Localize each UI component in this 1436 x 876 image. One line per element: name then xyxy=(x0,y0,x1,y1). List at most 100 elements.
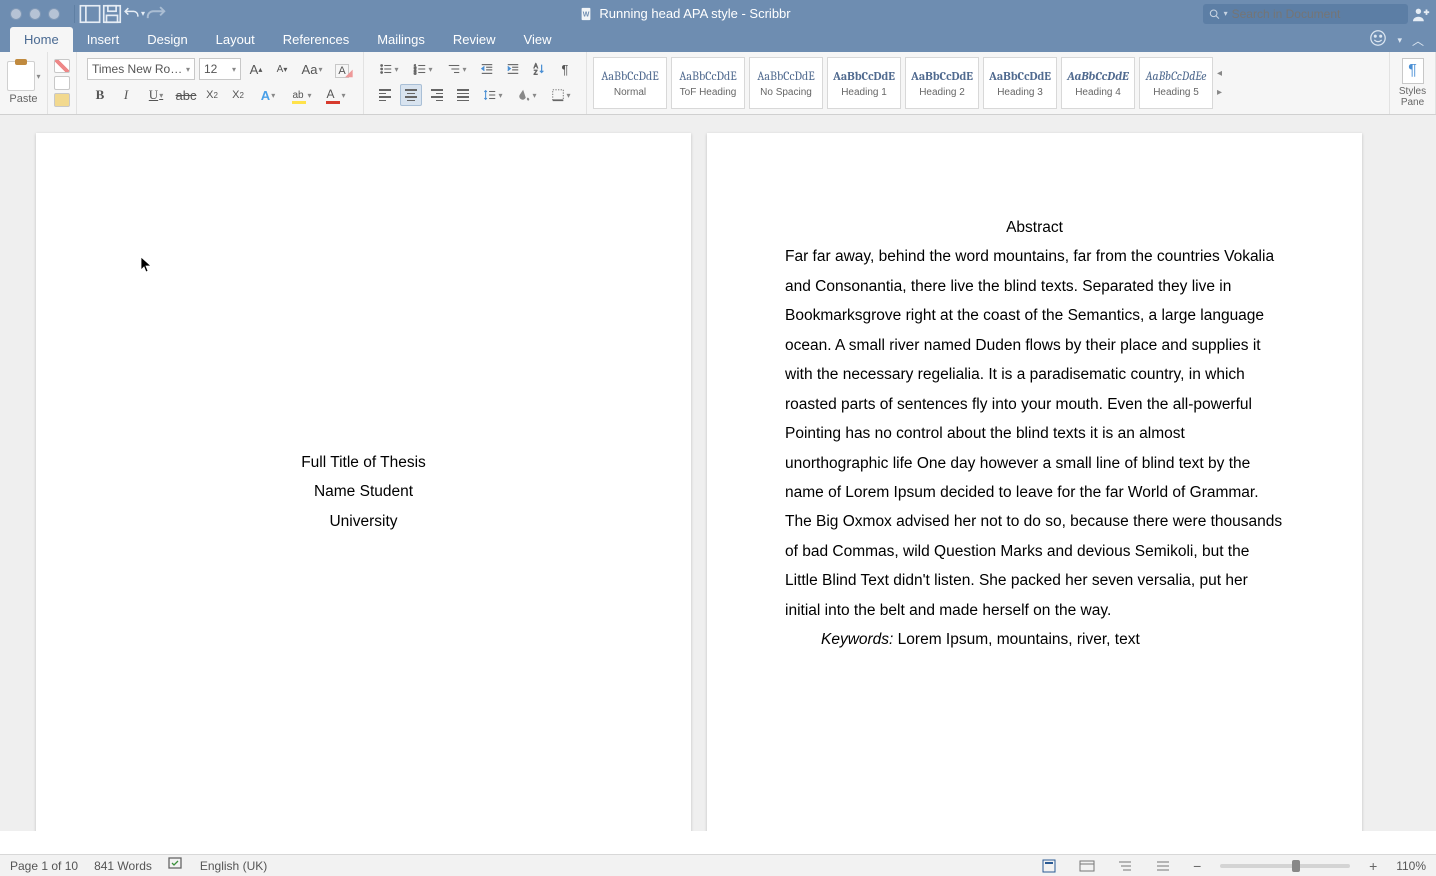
superscript-button[interactable]: X2 xyxy=(227,84,249,106)
show-marks-button[interactable]: ¶ xyxy=(554,58,576,80)
change-case-button[interactable]: Aa▾ xyxy=(297,58,327,80)
save-icon[interactable] xyxy=(101,3,123,25)
paste-label: Paste xyxy=(9,93,37,105)
align-justify-button[interactable] xyxy=(452,84,474,106)
ribbon-tabs: Home Insert Design Layout References Mai… xyxy=(0,27,1436,52)
align-left-button[interactable] xyxy=(374,84,396,106)
paste-button[interactable] xyxy=(7,61,35,91)
shrink-font-button[interactable]: A▾ xyxy=(271,58,293,80)
share-icon[interactable] xyxy=(1408,6,1436,22)
style-preview: AaBbCcDdE xyxy=(1067,69,1129,83)
zoom-slider[interactable] xyxy=(1220,864,1350,868)
tab-design[interactable]: Design xyxy=(133,27,201,52)
style-normal[interactable]: AaBbCcDdENormal xyxy=(593,57,667,109)
styles-pane-group: ¶ Styles Pane xyxy=(1390,52,1436,114)
format-painter-icon[interactable] xyxy=(54,93,70,107)
tab-home[interactable]: Home xyxy=(10,27,73,52)
decrease-indent-button[interactable] xyxy=(476,58,498,80)
style-heading-2[interactable]: AaBbCcDdE Heading 2 xyxy=(905,57,979,109)
style-preview: AaBbCcDdE xyxy=(911,69,973,83)
style-name: Heading 5 xyxy=(1153,87,1199,98)
print-layout-view-icon[interactable] xyxy=(1038,858,1060,874)
spellcheck-icon[interactable] xyxy=(168,857,184,874)
status-words[interactable]: 841 Words xyxy=(94,859,152,873)
multilevel-list-button[interactable]: ▾ xyxy=(442,58,472,80)
styles-scroll[interactable]: ◂▸ xyxy=(1217,68,1231,98)
zoom-level[interactable]: 110% xyxy=(1396,859,1426,873)
window-title-text: Running head APA style - Scribbr xyxy=(599,6,790,21)
style-tof-heading[interactable]: AaBbCcDdEToF Heading xyxy=(671,57,745,109)
feedback-icon[interactable] xyxy=(1369,29,1387,52)
abstract-heading: Abstract xyxy=(785,213,1284,242)
italic-button[interactable]: I xyxy=(115,84,137,106)
outline-view-icon[interactable] xyxy=(1114,858,1136,874)
underline-button[interactable]: U▾ xyxy=(141,84,171,106)
strikethrough-button[interactable]: abc xyxy=(175,84,197,106)
document-area[interactable]: Full Title of Thesis Name Student Univer… xyxy=(0,115,1436,831)
collapse-ribbon-icon[interactable]: ︿ xyxy=(1412,32,1424,49)
text-effects-button[interactable]: A▾ xyxy=(253,84,283,106)
close-window[interactable] xyxy=(10,8,22,20)
undo-icon[interactable]: ▾ xyxy=(123,3,145,25)
tab-review[interactable]: Review xyxy=(439,27,510,52)
numbering-button[interactable]: 123▾ xyxy=(408,58,438,80)
redo-icon[interactable] xyxy=(145,3,167,25)
status-language[interactable]: English (UK) xyxy=(200,859,267,873)
grow-font-button[interactable]: A▴ xyxy=(245,58,267,80)
draft-view-icon[interactable] xyxy=(1152,858,1174,874)
font-name-combo[interactable]: Times New Ro…▾ xyxy=(87,58,195,80)
style-name: Heading 4 xyxy=(1075,87,1121,98)
shading-button[interactable]: ▾ xyxy=(512,84,542,106)
styles-pane-button[interactable]: ¶ xyxy=(1402,58,1424,84)
titlebar: ▾ W Running head APA style - Scribbr ▾ xyxy=(0,0,1436,27)
style-heading-5[interactable]: AaBbCcDdEeHeading 5 xyxy=(1139,57,1213,109)
tab-mailings[interactable]: Mailings xyxy=(363,27,439,52)
layout-icon[interactable] xyxy=(79,3,101,25)
style-name: Heading 2 xyxy=(919,87,965,98)
style-heading-3[interactable]: AaBbCcDdEHeading 3 xyxy=(983,57,1057,109)
sort-button[interactable]: AZ xyxy=(528,58,550,80)
bullets-button[interactable]: ▾ xyxy=(374,58,404,80)
zoom-out-button[interactable]: − xyxy=(1190,858,1204,874)
borders-button[interactable]: ▾ xyxy=(546,84,576,106)
paste-group: ▾ Paste xyxy=(0,52,48,114)
highlight-button[interactable]: ab▾ xyxy=(287,84,317,106)
style-no-spacing[interactable]: AaBbCcDdENo Spacing xyxy=(749,57,823,109)
zoom-in-button[interactable]: + xyxy=(1366,858,1380,874)
clear-formatting-button[interactable]: A◢ xyxy=(331,58,353,80)
web-layout-view-icon[interactable] xyxy=(1076,858,1098,874)
style-name: Heading 3 xyxy=(997,87,1043,98)
tab-insert[interactable]: Insert xyxy=(73,27,134,52)
page-2[interactable]: Abstract Far far away, behind the word m… xyxy=(707,133,1362,831)
subscript-button[interactable]: X2 xyxy=(201,84,223,106)
minimize-window[interactable] xyxy=(29,8,41,20)
styles-group: AaBbCcDdENormalAaBbCcDdEToF HeadingAaBbC… xyxy=(587,52,1390,114)
style-heading-4[interactable]: AaBbCcDdE Heading 4 xyxy=(1061,57,1135,109)
style-heading-1[interactable]: AaBbCcDdEHeading 1 xyxy=(827,57,901,109)
title-line-3: University xyxy=(114,507,613,536)
title-line-1: Full Title of Thesis xyxy=(114,448,613,477)
cut-icon[interactable] xyxy=(54,59,70,73)
bold-button[interactable]: B xyxy=(89,84,111,106)
tab-references[interactable]: References xyxy=(269,27,363,52)
zoom-window[interactable] xyxy=(48,8,60,20)
tab-view[interactable]: View xyxy=(510,27,566,52)
style-preview: AaBbCcDdE xyxy=(757,69,815,83)
tab-layout[interactable]: Layout xyxy=(202,27,269,52)
page-1[interactable]: Full Title of Thesis Name Student Univer… xyxy=(36,133,691,831)
style-name: ToF Heading xyxy=(680,87,737,98)
paragraph-group: ▾ 123▾ ▾ AZ ¶ ▾ ▾ ▾ xyxy=(364,52,587,114)
line-spacing-button[interactable]: ▾ xyxy=(478,84,508,106)
window-title: W Running head APA style - Scribbr xyxy=(167,6,1203,21)
status-page[interactable]: Page 1 of 10 xyxy=(10,859,78,873)
keywords-label: Keywords: xyxy=(821,631,893,648)
increase-indent-button[interactable] xyxy=(502,58,524,80)
search-input[interactable] xyxy=(1232,7,1402,21)
font-color-button[interactable]: A▾ xyxy=(321,84,351,106)
copy-icon[interactable] xyxy=(54,76,70,90)
align-center-button[interactable] xyxy=(400,84,422,106)
align-right-button[interactable] xyxy=(426,84,448,106)
keywords-text: Lorem Ipsum, mountains, river, text xyxy=(893,631,1139,648)
font-size-combo[interactable]: 12▾ xyxy=(199,58,241,80)
search-box[interactable]: ▾ xyxy=(1203,4,1408,24)
